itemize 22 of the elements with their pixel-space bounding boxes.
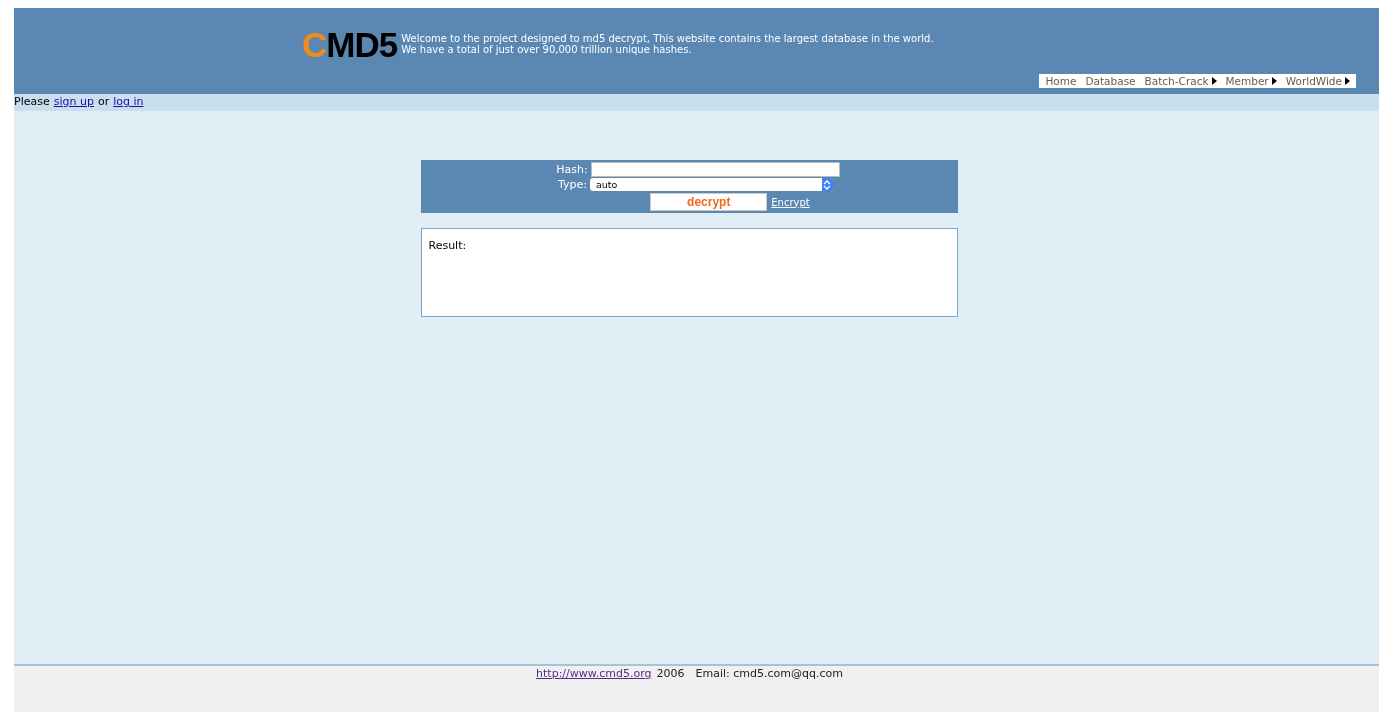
encrypt-link[interactable]: Encrypt [771, 196, 810, 208]
login-prompt: or [97, 94, 110, 110]
nav-link[interactable]: Home [1045, 75, 1077, 87]
nav-link[interactable]: Batch-Crack [1144, 75, 1209, 87]
type-label: Type: [558, 178, 587, 191]
log-in-link[interactable]: log in [113, 94, 144, 111]
tagline: We have a total of just over 90,000 trillion unique hashes. [401, 44, 693, 55]
site-link[interactable]: http://www.cmd5.org [536, 667, 652, 712]
nav-link[interactable]: Database [1085, 75, 1136, 87]
footer-email: Email: cmd5.com@qq.com [695, 667, 843, 682]
hash-input[interactable] [590, 162, 840, 177]
type-select[interactable]: auto [590, 178, 833, 191]
footer-year: 2006 [656, 667, 685, 682]
hash-label: Hash: [556, 163, 588, 176]
chevron-icon [822, 178, 833, 191]
tagline: Welcome to the project designed to md5 decrypt, This website contains the largest database in the world. [401, 33, 934, 44]
nav-link[interactable]: Member [1225, 75, 1269, 87]
sign-up-link[interactable]: sign up [53, 94, 94, 111]
logo: CMD5 [302, 30, 398, 60]
result-label: Result: [428, 239, 467, 252]
login-prompt: Please [14, 94, 50, 110]
nav-link[interactable]: WorldWide [1285, 75, 1342, 87]
